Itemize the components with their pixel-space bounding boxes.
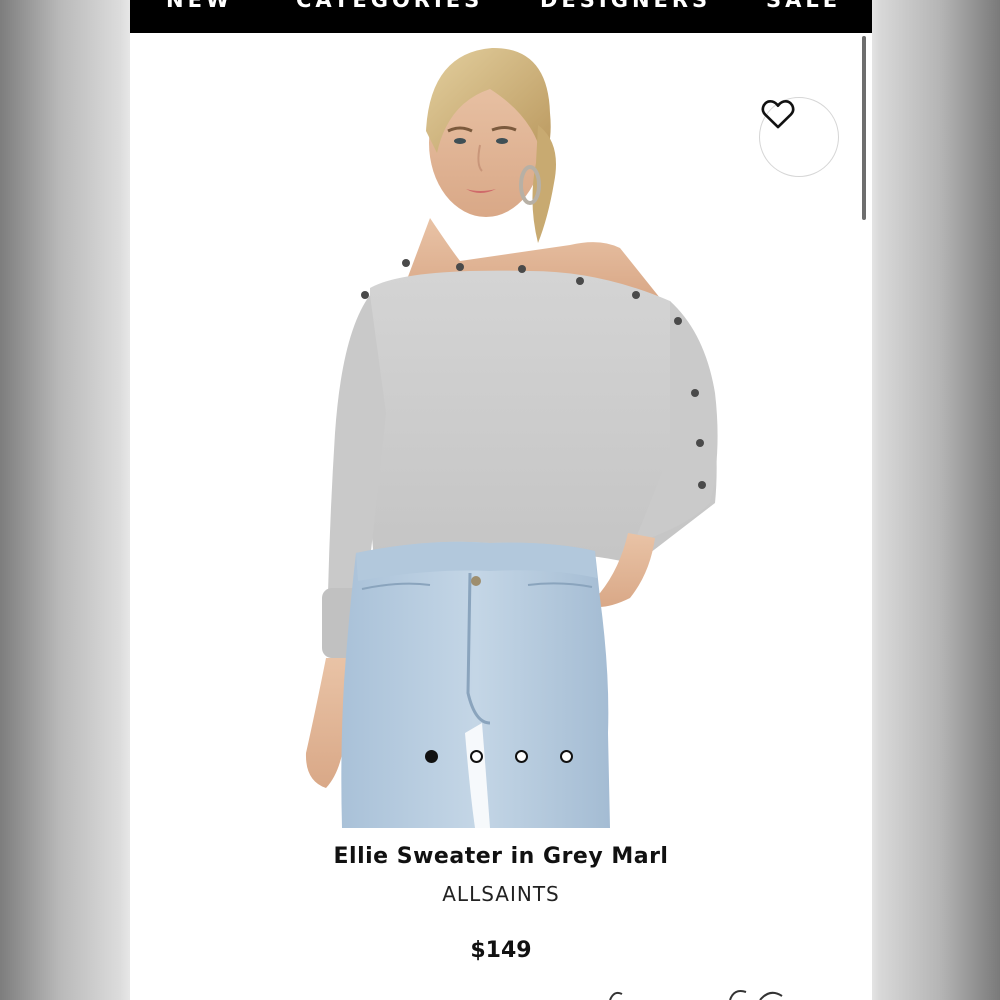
nav-item-designers[interactable]: DESIGNERS bbox=[540, 0, 711, 12]
partially-visible-icons bbox=[609, 990, 783, 1000]
product-price: $149 bbox=[470, 938, 532, 963]
nav-item-sale[interactable]: SALE bbox=[766, 0, 841, 12]
product-title: Ellie Sweater in Grey Marl bbox=[333, 844, 669, 869]
nav-item-new[interactable]: NEW bbox=[166, 0, 233, 12]
product-page: NEW CATEGORIES DESIGNERS SALE Ellie Swea… bbox=[130, 0, 872, 1000]
screenshot-frame: NEW CATEGORIES DESIGNERS SALE Ellie Swea… bbox=[0, 0, 1000, 1000]
top-navigation: NEW CATEGORIES DESIGNERS SALE bbox=[130, 0, 872, 33]
scrollbar[interactable] bbox=[862, 36, 866, 220]
carousel-dot-1[interactable] bbox=[425, 750, 438, 763]
favorite-button[interactable] bbox=[759, 97, 839, 177]
product-photo bbox=[305, 47, 718, 828]
nav-item-categories[interactable]: CATEGORIES bbox=[296, 0, 483, 12]
carousel-dot-4[interactable] bbox=[560, 750, 573, 763]
product-brand[interactable]: ALLSAINTS bbox=[130, 882, 872, 906]
heart-icon bbox=[761, 99, 795, 129]
carousel-pagination bbox=[425, 750, 573, 763]
carousel-dot-3[interactable] bbox=[515, 750, 528, 763]
carousel-dot-2[interactable] bbox=[470, 750, 483, 763]
product-image-carousel[interactable] bbox=[130, 33, 872, 828]
